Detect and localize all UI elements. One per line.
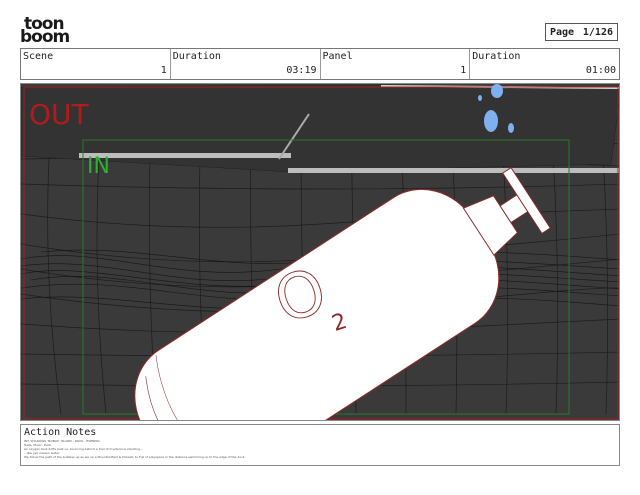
page-value: 1/126 (582, 26, 613, 38)
panel-info-header: Scene 1 Duration 03:19 Panel 1 Duration … (20, 48, 620, 80)
toonboom-logo: toon boom (20, 16, 80, 47)
in-label: IN (87, 154, 110, 179)
oxygen-tank-icon (134, 166, 551, 420)
scene-label: Scene (23, 51, 54, 62)
scene-duration-label: Duration (172, 51, 221, 62)
logo-text-bottom: boom (20, 27, 70, 47)
page-label: Page (550, 26, 575, 38)
scene-value: 1 (160, 65, 167, 76)
scene-cell: Scene 1 (21, 49, 171, 79)
storyboard-panel[interactable]: O 2 OUT IN (20, 83, 620, 421)
page-counter: Page 1/126 (545, 23, 618, 41)
panel-duration-value: 01:00 (585, 65, 616, 76)
action-notes-title: Action Notes (24, 427, 97, 438)
dock-ledge (21, 84, 619, 173)
panel-cell: Panel 1 (321, 49, 471, 79)
scene-duration-value: 03:19 (286, 65, 317, 76)
panel-drawing: O 2 OUT IN (21, 84, 619, 420)
scene-duration-cell: Duration 03:19 (171, 49, 321, 79)
panel-duration-label: Duration (472, 51, 521, 62)
action-notes-line: We follow the path of the bubbles up as … (24, 455, 246, 459)
panel-value: 1 (460, 65, 467, 76)
panel-label: Panel (322, 51, 353, 62)
action-notes: Action Notes INT. SHADOWS 'NOBOS' ISLAND… (20, 424, 620, 466)
panel-duration-cell: Duration 01:00 (470, 49, 619, 79)
action-notes-text: INT. SHADOWS 'NOBOS' ISLAND - ROCK - EVE… (24, 439, 245, 459)
out-label: OUT (29, 98, 90, 131)
